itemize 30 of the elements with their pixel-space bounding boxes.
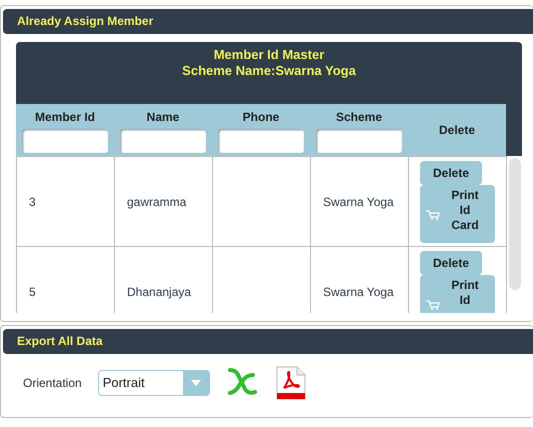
- filter-field[interactable]: [218, 128, 304, 152]
- table-cell-text: Swarna Yoga: [323, 284, 394, 300]
- table-cell-text: gawramma: [127, 194, 186, 210]
- pdf-export-icon[interactable]: [276, 366, 306, 400]
- filter-field[interactable]: [22, 128, 108, 152]
- panel-header: Export All Data: [3, 329, 533, 354]
- table-cell-text: Dhananjaya: [127, 284, 192, 300]
- orientation-label: Orientation: [23, 375, 82, 392]
- filter-field[interactable]: [316, 128, 402, 152]
- delete-button[interactable]: Delete: [420, 161, 482, 185]
- cart-icon: [426, 210, 440, 220]
- cart-icon: [426, 300, 440, 310]
- column-header: Member Id: [34, 108, 95, 126]
- column-header: Name: [146, 108, 180, 126]
- table-cell-text: Swarna Yoga: [323, 194, 394, 210]
- filter-field[interactable]: [120, 128, 206, 152]
- table-cell-text: 5: [29, 284, 36, 300]
- column-header: Phone: [242, 108, 280, 126]
- column-header: Scheme: [336, 108, 382, 126]
- panel-header: Already Assign Member: [3, 9, 533, 34]
- scrollbar[interactable]: [508, 158, 520, 290]
- caret-icon: [190, 380, 201, 386]
- table-cell-text: 3: [29, 194, 36, 210]
- orientation-dropdown[interactable]: Portrait: [98, 370, 210, 396]
- print-id-card-button[interactable]: Print Id Card: [420, 185, 495, 243]
- grid-title: Member Id Master Scheme Name:Swarna Yoga: [16, 42, 522, 104]
- column-header: Delete: [408, 104, 506, 156]
- excel-export-icon[interactable]: [226, 368, 258, 398]
- delete-button[interactable]: Delete: [420, 251, 482, 275]
- print-id-card-button[interactable]: Print Id: [420, 275, 495, 313]
